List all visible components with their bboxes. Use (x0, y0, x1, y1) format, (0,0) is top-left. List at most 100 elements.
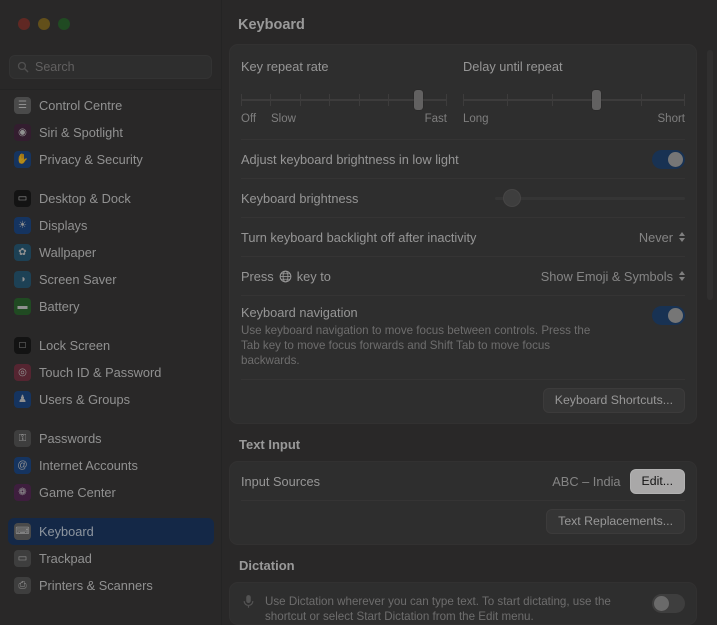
sidebar-item-label: Battery (39, 299, 80, 314)
delay-long-label: Long (463, 113, 489, 125)
press-globe-key-row: Press key to Show Emoji & Symbols (241, 257, 685, 295)
press-globe-key-label-after: key to (296, 268, 331, 284)
slider-thumb[interactable] (502, 189, 521, 207)
input-sources-label: Input Sources (241, 473, 320, 489)
sidebar-item-label: Screen Saver (39, 272, 117, 287)
slider-tick (684, 94, 685, 106)
slider-tick (329, 94, 331, 106)
sidebar-item-label: Passwords (39, 431, 102, 446)
delay-short-label: Short (657, 113, 686, 125)
slider-tick (446, 94, 447, 106)
window-traffic-lights (18, 18, 70, 30)
passwords-icon: ⚿ (14, 430, 31, 447)
minimize-button[interactable] (38, 18, 50, 30)
sidebar-item-printers-scanners[interactable]: ⎙ Printers & Scanners (8, 572, 214, 599)
backlight-off-value[interactable]: Never (639, 230, 673, 245)
sidebar-item-game-center[interactable]: ❁ Game Center (8, 479, 214, 506)
sidebar-item-internet-accounts[interactable]: @ Internet Accounts (8, 452, 214, 479)
text-replacements-button[interactable]: Text Replacements... (546, 509, 685, 534)
keyboard-navigation-description: Use keyboard navigation to move focus be… (241, 324, 591, 367)
printers-scanners-icon: ⎙ (14, 577, 31, 594)
adjust-brightness-toggle[interactable] (652, 149, 685, 169)
edit-input-sources-button[interactable]: Edit... (629, 468, 685, 494)
displays-icon: ☀ (14, 217, 31, 234)
sidebar-item-control-centre[interactable]: ☰ Control Centre (8, 92, 214, 119)
dictation-toggle[interactable] (652, 594, 685, 613)
chevron-up-down-icon[interactable] (679, 271, 685, 281)
sidebar-item-lock-screen[interactable]: □ Lock Screen (8, 332, 214, 359)
sidebar-item-label: Printers & Scanners (39, 578, 153, 593)
sidebar-item-passwords[interactable]: ⚿ Passwords (8, 425, 214, 452)
search-input[interactable]: Search (9, 55, 212, 79)
game-center-icon: ❁ (14, 484, 31, 501)
delay-until-repeat-group: Delay until repeat Long Short (463, 59, 685, 127)
touch-id-icon: ◎ (14, 364, 31, 381)
sidebar-divider (0, 89, 222, 90)
keyboard-brightness-slider[interactable] (495, 189, 685, 207)
sidebar-item-desktop-dock[interactable]: ▭ Desktop & Dock (8, 185, 214, 212)
vertical-scrollbar[interactable] (707, 50, 713, 470)
sidebar-item-users-groups[interactable]: ♟ Users & Groups (8, 386, 214, 413)
sidebar-item-label: Touch ID & Password (39, 365, 162, 380)
desktop-dock-icon: ▭ (14, 190, 31, 207)
keyboard-navigation-toggle[interactable] (652, 306, 685, 325)
toggle-knob (668, 151, 683, 167)
adjust-brightness-label: Adjust keyboard brightness in low light (241, 151, 459, 167)
dictation-card: Use Dictation wherever you can type text… (229, 582, 697, 625)
slider-tick (640, 94, 642, 106)
sidebar-item-label: Privacy & Security (39, 152, 143, 167)
slider-tick (551, 94, 553, 106)
chevron-up-down-icon[interactable] (679, 232, 685, 242)
sidebar-item-label: Control Centre (39, 98, 123, 113)
key-repeat-rate-slider[interactable] (241, 90, 447, 110)
close-button[interactable] (18, 18, 30, 30)
keyboard-settings-card: Key repeat rate Off Slow Fast Delay unti… (229, 44, 697, 424)
screen-saver-icon: ◑ (14, 271, 31, 288)
sidebar-item-label: Siri & Spotlight (39, 125, 123, 140)
sidebar-item-siri-spotlight[interactable]: ◉ Siri & Spotlight (8, 119, 214, 146)
text-replacements-row: Text Replacements... (241, 501, 685, 544)
sidebar-item-touch-id-password[interactable]: ◎ Touch ID & Password (8, 359, 214, 386)
sidebar: Search ☰ Control Centre ◉ Siri & Spotlight ✋… (0, 0, 222, 625)
scrollbar-thumb[interactable] (707, 50, 713, 300)
privacy-icon: ✋ (14, 151, 31, 168)
search-field-wrapper: Search (9, 55, 212, 79)
settings-scroll-area[interactable]: Key repeat rate Off Slow Fast Delay unti… (229, 44, 697, 625)
delay-until-repeat-slider[interactable] (463, 90, 685, 110)
keyboard-brightness-label: Keyboard brightness (241, 190, 359, 206)
dictation-description: Use Dictation wherever you can type text… (265, 595, 611, 623)
sidebar-item-privacy-security[interactable]: ✋ Privacy & Security (8, 146, 214, 173)
press-globe-key-value[interactable]: Show Emoji & Symbols (541, 269, 673, 284)
key-repeat-rate-thumb[interactable] (413, 90, 423, 110)
press-globe-key-label-before: Press (241, 268, 274, 284)
sidebar-item-keyboard[interactable]: ⌨ Keyboard (8, 518, 214, 545)
toggle-knob (668, 308, 683, 323)
slider-tick (463, 94, 464, 106)
keyboard-navigation-row: Keyboard navigation Use keyboard navigat… (241, 296, 685, 368)
control-centre-icon: ☰ (14, 97, 31, 114)
sidebar-item-screen-saver[interactable]: ◑ Screen Saver (8, 266, 214, 293)
sidebar-item-label: Wallpaper (39, 245, 97, 260)
lock-screen-icon: □ (14, 337, 31, 354)
users-groups-icon: ♟ (14, 391, 31, 408)
sidebar-nav-list: ☰ Control Centre ◉ Siri & Spotlight ✋ Privacy… (0, 92, 222, 625)
sidebar-item-battery[interactable]: ▬ Battery (8, 293, 214, 320)
slider-tick (299, 94, 301, 106)
key-repeat-slow-label: Slow (271, 113, 296, 125)
sidebar-item-trackpad[interactable]: ▭ Trackpad (8, 545, 214, 572)
zoom-button[interactable] (58, 18, 70, 30)
internet-accounts-icon: @ (14, 457, 31, 474)
sidebar-item-displays[interactable]: ☀ Displays (8, 212, 214, 239)
delay-until-repeat-thumb[interactable] (592, 90, 602, 110)
keyboard-shortcuts-button[interactable]: Keyboard Shortcuts... (542, 388, 685, 413)
slider-track (495, 197, 685, 200)
key-repeat-rate-group: Key repeat rate Off Slow Fast (241, 59, 463, 127)
search-icon (17, 61, 29, 73)
text-input-heading: Text Input (239, 437, 301, 452)
sidebar-item-wallpaper[interactable]: ✿ Wallpaper (8, 239, 214, 266)
trackpad-icon: ▭ (14, 550, 31, 567)
delay-endlabels: Long Short (463, 113, 685, 127)
